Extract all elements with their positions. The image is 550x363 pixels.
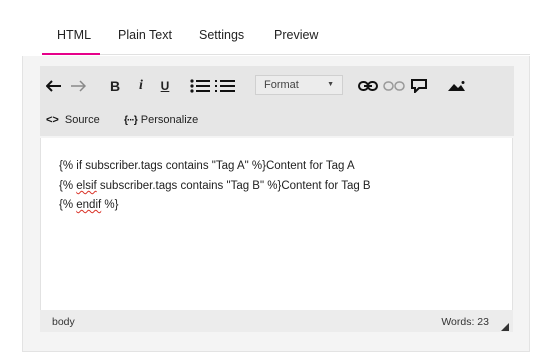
status-bar: body Words: 23 (40, 310, 513, 332)
undo-icon[interactable] (46, 78, 62, 94)
word-count: Words: 23 (441, 316, 489, 328)
italic-button[interactable]: i (135, 78, 147, 94)
bulleted-list-icon[interactable] (190, 78, 210, 94)
personalize-label: Personalize (140, 114, 199, 126)
spellcheck-word: elsif (76, 180, 97, 192)
comment-icon[interactable] (410, 78, 428, 94)
editor-toolbar: B i U Format ▼ <> Source {···} Personali… (40, 66, 514, 136)
tab-divider (100, 54, 530, 55)
editor-content-area[interactable]: {% if subscriber.tags contains "Tag A" %… (40, 138, 513, 310)
tab-plain-text[interactable]: Plain Text (118, 28, 172, 42)
chevron-down-icon: ▼ (327, 81, 334, 88)
redo-icon[interactable] (70, 78, 86, 94)
bold-button[interactable]: B (108, 78, 122, 94)
tab-bar: HTML Plain Text Settings Preview (22, 0, 530, 56)
link-icon[interactable] (358, 78, 378, 94)
resize-handle-icon[interactable] (501, 318, 509, 331)
format-select-value: Format (264, 79, 299, 91)
underline-button[interactable]: U (158, 78, 172, 94)
editor-line: {% if subscriber.tags contains "Tag A" %… (59, 160, 355, 172)
tab-settings[interactable]: Settings (199, 28, 244, 42)
code-icon: <> (46, 114, 59, 126)
editor-line: {% endif %} (59, 199, 119, 211)
source-label: Source (64, 114, 100, 126)
unlink-icon[interactable] (383, 78, 405, 94)
personalize-button[interactable]: {···} Personalize (124, 114, 198, 126)
format-select[interactable]: Format ▼ (255, 75, 343, 95)
source-button[interactable]: <> Source (46, 114, 100, 126)
image-icon[interactable] (448, 78, 466, 94)
tab-html[interactable]: HTML (57, 28, 91, 42)
braces-icon: {···} (124, 114, 138, 126)
element-path[interactable]: body (52, 316, 75, 328)
editor-line: {% elsif subscriber.tags contains "Tag B… (59, 180, 371, 192)
spellcheck-word: endif (76, 199, 102, 211)
numbered-list-icon[interactable] (214, 78, 236, 94)
active-tab-indicator (42, 53, 100, 55)
tab-preview[interactable]: Preview (274, 28, 318, 42)
